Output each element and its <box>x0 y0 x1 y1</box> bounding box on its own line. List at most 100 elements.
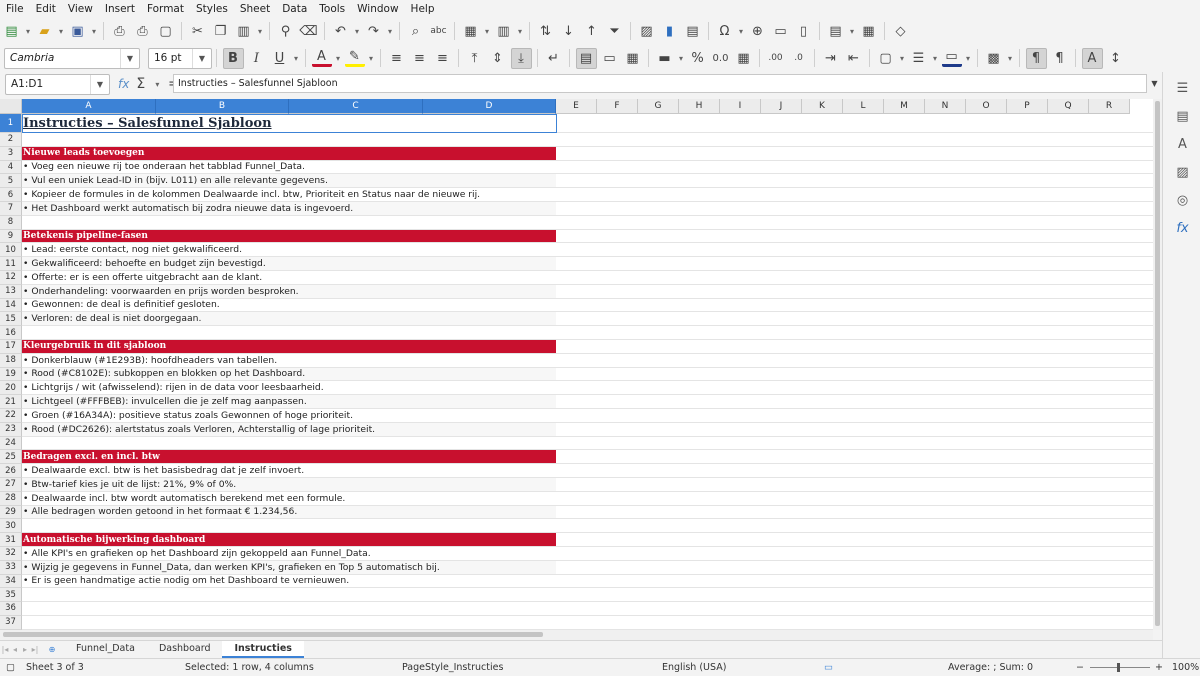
bold-icon[interactable]: B <box>222 47 244 69</box>
cut-icon[interactable]: ✂ <box>188 21 208 41</box>
name-box[interactable]: A1:D1 ▼ <box>5 73 110 95</box>
column-header-a[interactable]: A <box>22 99 156 114</box>
table-row[interactable] <box>22 437 1153 451</box>
navigator-icon[interactable]: ◎ <box>1173 190 1193 210</box>
align-middle-icon[interactable]: ⇕ <box>488 48 508 68</box>
menu-tools[interactable]: Tools <box>313 3 351 15</box>
increase-indent-icon[interactable]: ⇥ <box>821 48 841 68</box>
table-row[interactable]: • Gekwalificeerd: behoefte en budget zij… <box>22 257 1153 271</box>
row-header[interactable]: 37 <box>0 615 22 630</box>
chevron-down-icon[interactable]: ▼ <box>120 48 139 68</box>
unmerge-cells-icon[interactable]: ▦ <box>623 48 643 68</box>
column-header-b[interactable]: B <box>156 99 289 114</box>
row-header[interactable]: 11 <box>0 257 22 271</box>
chevron-down-icon[interactable]: ▾ <box>482 21 492 41</box>
text-orientation-icon[interactable]: A <box>1081 47 1103 69</box>
paste-icon[interactable]: ▥ <box>234 21 254 41</box>
sheet-tab-dashboard[interactable]: Dashboard <box>147 641 223 656</box>
underline-icon[interactable]: U <box>270 48 290 68</box>
date-format-icon[interactable]: ▦ <box>734 48 754 68</box>
row-header[interactable]: 25 <box>0 450 22 465</box>
percent-format-icon[interactable]: % <box>688 48 708 68</box>
zoom-level[interactable]: 100% <box>1172 662 1199 673</box>
horizontal-scrollbar[interactable] <box>0 630 1153 640</box>
menu-view[interactable]: View <box>62 3 99 15</box>
table-row[interactable]: • Er is geen handmatige actie nodig om h… <box>22 575 1153 589</box>
table-row[interactable]: • Rood (#C8102E): subkoppen en blokken o… <box>22 367 1153 382</box>
chevron-down-icon[interactable]: ▾ <box>930 48 940 68</box>
clone-formatting-icon[interactable]: ⚲ <box>276 21 296 41</box>
table-row[interactable] <box>22 588 1153 603</box>
save-icon[interactable]: ▣ <box>68 21 88 41</box>
chevron-down-icon[interactable]: ▾ <box>515 21 525 41</box>
row-header[interactable]: 22 <box>0 408 22 423</box>
table-row[interactable] <box>22 133 1153 147</box>
sum-average-info[interactable]: Average: ; Sum: 0 <box>948 662 1033 673</box>
right-to-left-icon[interactable]: ¶ <box>1050 48 1070 68</box>
styles-icon[interactable]: A <box>1173 134 1193 154</box>
section-header-row[interactable]: Betekenis pipeline-fasen <box>22 229 1153 244</box>
copy-icon[interactable]: ❐ <box>211 21 231 41</box>
chevron-down-icon[interactable]: ▾ <box>23 21 33 41</box>
column-header-e[interactable]: E <box>556 99 597 114</box>
sort-ascending-icon[interactable]: ↓ <box>559 21 579 41</box>
table-row[interactable]: • Btw-tarief kies je uit de lijst: 21%, … <box>22 477 1153 492</box>
page-style[interactable]: PageStyle_Instructies <box>402 662 503 673</box>
row-header[interactable]: 15 <box>0 312 22 327</box>
row-header[interactable]: 3 <box>0 146 22 161</box>
clear-formatting-icon[interactable]: ⌫ <box>299 21 319 41</box>
align-right-icon[interactable]: ≡ <box>433 48 453 68</box>
freeze-rows-columns-icon[interactable]: ▦ <box>859 21 879 41</box>
table-row[interactable]: • Het Dashboard werkt automatisch bij zo… <box>22 201 1153 216</box>
function-wizard-icon[interactable]: fx <box>118 77 129 91</box>
row-header[interactable]: 31 <box>0 533 22 547</box>
row-header[interactable]: 14 <box>0 298 22 313</box>
chevron-down-icon[interactable]: ▾ <box>89 21 99 41</box>
insert-image-icon[interactable]: ▨ <box>637 21 657 41</box>
export-pdf-icon[interactable]: ⎙ <box>110 21 130 41</box>
define-print-area-icon[interactable]: ▤ <box>826 21 846 41</box>
open-folder-icon[interactable]: ▰ <box>35 21 55 41</box>
menu-insert[interactable]: Insert <box>99 3 141 15</box>
show-draw-functions-icon[interactable]: ◇ <box>891 21 911 41</box>
horizontal-scroll-thumb[interactable] <box>3 632 543 637</box>
table-row[interactable]: • Offerte: er is een offerte uitgebracht… <box>22 271 1153 285</box>
chevron-down-icon[interactable]: ▾ <box>676 48 686 68</box>
column-header-l[interactable]: L <box>843 99 884 114</box>
formula-input[interactable]: Instructies – Salesfunnel Sjabloon <box>173 74 1147 93</box>
row-header[interactable]: 13 <box>0 284 22 299</box>
last-sheet-icon[interactable]: ▸| <box>30 645 40 654</box>
row-header[interactable]: 32 <box>0 546 22 561</box>
vertical-scroll-thumb[interactable] <box>1155 101 1160 626</box>
delete-decimal-icon[interactable]: .0 <box>789 48 809 68</box>
decrease-indent-icon[interactable]: ⇤ <box>844 48 864 68</box>
select-all-corner[interactable] <box>0 99 22 114</box>
table-row[interactable]: • Voeg een nieuwe rij toe onderaan het t… <box>22 161 1153 175</box>
sort-descending-icon[interactable]: ↑ <box>582 21 602 41</box>
new-document-icon[interactable]: ▤ <box>2 21 22 41</box>
row-header[interactable]: 28 <box>0 491 22 506</box>
column-header-r[interactable]: R <box>1089 99 1130 114</box>
chevron-down-icon[interactable]: ▾ <box>1005 48 1015 68</box>
menu-window[interactable]: Window <box>351 3 404 15</box>
menu-file[interactable]: File <box>0 3 30 15</box>
chevron-down-icon[interactable]: ▼ <box>192 48 211 68</box>
cell-area[interactable]: Instructies – Salesfunnel Sjabloon Nieuwe… <box>22 114 1153 630</box>
align-center-icon[interactable]: ≡ <box>410 48 430 68</box>
column-header-q[interactable]: Q <box>1048 99 1089 114</box>
headers-footers-icon[interactable]: ▯ <box>794 21 814 41</box>
functions-icon[interactable]: fx <box>1173 218 1193 238</box>
menu-sheet[interactable]: Sheet <box>234 3 276 15</box>
merge-center-icon[interactable]: ▤ <box>575 47 597 69</box>
print-icon[interactable]: ⎙ <box>133 21 153 41</box>
chevron-down-icon[interactable]: ▾ <box>847 21 857 41</box>
chevron-down-icon[interactable]: ▾ <box>291 48 301 68</box>
row-header[interactable]: 21 <box>0 395 22 409</box>
table-row[interactable]: • Alle KPI's en grafieken op het Dashboa… <box>22 547 1153 561</box>
redo-icon[interactable]: ↷ <box>364 21 384 41</box>
row-header[interactable]: 35 <box>0 588 22 603</box>
zoom-slider[interactable] <box>1090 667 1150 668</box>
row-header[interactable]: 9 <box>0 229 22 244</box>
column-header-h[interactable]: H <box>679 99 720 114</box>
chevron-down-icon[interactable]: ▾ <box>152 74 162 94</box>
